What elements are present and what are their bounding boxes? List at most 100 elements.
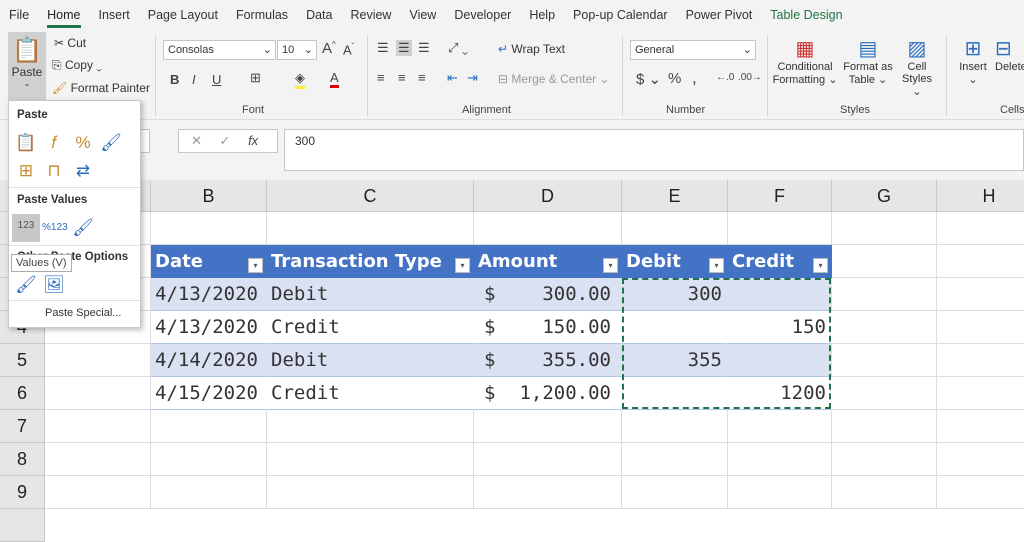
date-cell[interactable]: 4/14/2020 xyxy=(151,344,267,377)
amount-cell[interactable]: $300.00 xyxy=(474,278,622,311)
bold-icon[interactable]: B xyxy=(170,72,179,87)
paste-values-icon[interactable]: 123 xyxy=(12,214,40,242)
font-name-select[interactable]: Consolas ⌄ xyxy=(163,40,276,60)
amount-cell[interactable]: $150.00 xyxy=(474,311,622,344)
filter-dropdown-icon[interactable]: ▾ xyxy=(709,258,724,273)
cell[interactable] xyxy=(45,443,151,476)
formula-input[interactable]: 300 xyxy=(284,129,1024,171)
cell[interactable] xyxy=(937,245,1024,278)
cell[interactable] xyxy=(937,443,1024,476)
insert-button[interactable]: ⊞ Insert ⌄ xyxy=(953,36,993,86)
fill-color-icon[interactable]: ◈ xyxy=(295,70,305,89)
keep-source-formatting-icon[interactable]: 🖌 xyxy=(99,131,123,155)
align-middle-icon[interactable]: ☰ xyxy=(396,40,412,56)
cell[interactable] xyxy=(728,410,832,443)
cell[interactable] xyxy=(45,410,151,443)
font-color-icon[interactable]: A xyxy=(330,70,339,88)
align-top-icon[interactable]: ☰ xyxy=(377,40,389,56)
increase-indent-icon[interactable]: ⇥ xyxy=(467,70,478,86)
paste-formulas-icon[interactable]: 𝑓 xyxy=(42,131,66,155)
cell[interactable] xyxy=(832,476,937,509)
cell[interactable] xyxy=(474,443,622,476)
column-header-e[interactable]: E xyxy=(622,180,728,212)
type-cell[interactable]: Credit xyxy=(267,311,474,344)
column-header-f[interactable]: F xyxy=(728,180,832,212)
tab-table-design[interactable]: Table Design xyxy=(761,0,851,30)
decrease-decimal-icon[interactable]: .00→ xyxy=(738,72,762,83)
type-cell[interactable]: Debit xyxy=(267,344,474,377)
cut-button[interactable]: ✂ Cut xyxy=(54,36,86,50)
tab-insert[interactable]: Insert xyxy=(90,0,139,30)
values-number-format-icon[interactable]: %123 xyxy=(42,216,68,240)
conditional-formatting-button[interactable]: ▦ Conditional Formatting ⌄ xyxy=(772,36,838,86)
date-cell[interactable]: 4/13/2020 xyxy=(151,278,267,311)
cell[interactable] xyxy=(45,377,151,410)
values-source-formatting-icon[interactable]: 🖌 xyxy=(71,216,95,240)
table-header-transaction-type[interactable]: Transaction Type ▾ xyxy=(267,245,474,278)
cell[interactable] xyxy=(937,212,1024,245)
amount-cell[interactable]: $1,200.00 xyxy=(474,377,622,410)
filter-dropdown-icon[interactable]: ▾ xyxy=(813,258,828,273)
comma-icon[interactable]: , xyxy=(692,68,697,88)
cell[interactable] xyxy=(267,476,474,509)
cell[interactable] xyxy=(45,344,151,377)
tab-file[interactable]: File xyxy=(0,0,38,30)
cell[interactable] xyxy=(832,377,937,410)
paste-icon[interactable]: 📋 xyxy=(14,131,38,155)
cell[interactable] xyxy=(267,212,474,245)
cell[interactable] xyxy=(832,212,937,245)
tab-view[interactable]: View xyxy=(400,0,445,30)
column-header-d[interactable]: D xyxy=(474,180,622,212)
table-header-debit[interactable]: Debit ▾ xyxy=(622,245,728,278)
cell[interactable] xyxy=(832,245,937,278)
align-right-icon[interactable]: ≡ xyxy=(418,70,426,85)
date-cell[interactable]: 4/13/2020 xyxy=(151,311,267,344)
wrap-text-button[interactable]: ↵ Wrap Text xyxy=(498,42,565,56)
picture-icon[interactable]: 🖼 xyxy=(42,273,66,297)
currency-icon[interactable]: $ ⌄ xyxy=(636,70,661,88)
cell[interactable] xyxy=(832,443,937,476)
cell[interactable] xyxy=(832,410,937,443)
cell[interactable] xyxy=(937,377,1024,410)
percent-icon[interactable]: % xyxy=(668,70,681,87)
format-as-table-button[interactable]: ▤ Format as Table ⌄ xyxy=(840,36,896,86)
table-header-amount[interactable]: Amount ▾ xyxy=(474,245,622,278)
cell[interactable] xyxy=(151,212,267,245)
filter-dropdown-icon[interactable]: ▾ xyxy=(248,258,263,273)
paste-formulas-number-format-icon[interactable]: % xyxy=(71,131,95,155)
cell[interactable] xyxy=(151,476,267,509)
table-header-credit[interactable]: Credit ▾ xyxy=(728,245,832,278)
cell[interactable] xyxy=(832,278,937,311)
type-cell[interactable]: Credit xyxy=(267,377,474,410)
cell[interactable] xyxy=(937,311,1024,344)
cell[interactable] xyxy=(832,344,937,377)
cell[interactable] xyxy=(267,443,474,476)
cancel-icon[interactable]: ✕ xyxy=(191,133,202,148)
cell-styles-button[interactable]: ▨ Cell Styles ⌄ xyxy=(896,36,938,98)
copy-button[interactable]: ⎘ Copy ⌄ xyxy=(52,58,102,73)
paste-button[interactable]: 📋 Paste ⌄ xyxy=(8,32,46,100)
align-bottom-icon[interactable]: ☰ xyxy=(418,40,430,56)
cell[interactable] xyxy=(622,443,728,476)
no-borders-icon[interactable]: ⊞ xyxy=(14,159,38,183)
row-header-7[interactable]: 7 xyxy=(0,410,45,443)
decrease-font-icon[interactable]: Aˇ xyxy=(343,42,354,57)
tab-formulas[interactable]: Formulas xyxy=(227,0,297,30)
cell[interactable] xyxy=(474,410,622,443)
formatting-icon[interactable]: 🖌 xyxy=(14,273,38,297)
paste-special-item[interactable]: Paste Special... xyxy=(45,307,121,319)
cell[interactable] xyxy=(151,443,267,476)
increase-decimal-icon[interactable]: ←.0 xyxy=(716,72,734,83)
cell[interactable] xyxy=(267,410,474,443)
tab-data[interactable]: Data xyxy=(297,0,341,30)
cell[interactable] xyxy=(622,476,728,509)
italic-icon[interactable]: I xyxy=(192,72,196,87)
cell[interactable] xyxy=(728,443,832,476)
row-header-6[interactable]: 6 xyxy=(0,377,45,410)
date-cell[interactable]: 4/15/2020 xyxy=(151,377,267,410)
column-header-c[interactable]: C xyxy=(267,180,474,212)
decrease-indent-icon[interactable]: ⇤ xyxy=(447,70,458,86)
cell[interactable] xyxy=(728,476,832,509)
underline-icon[interactable]: U xyxy=(212,72,221,87)
cell[interactable] xyxy=(45,476,151,509)
